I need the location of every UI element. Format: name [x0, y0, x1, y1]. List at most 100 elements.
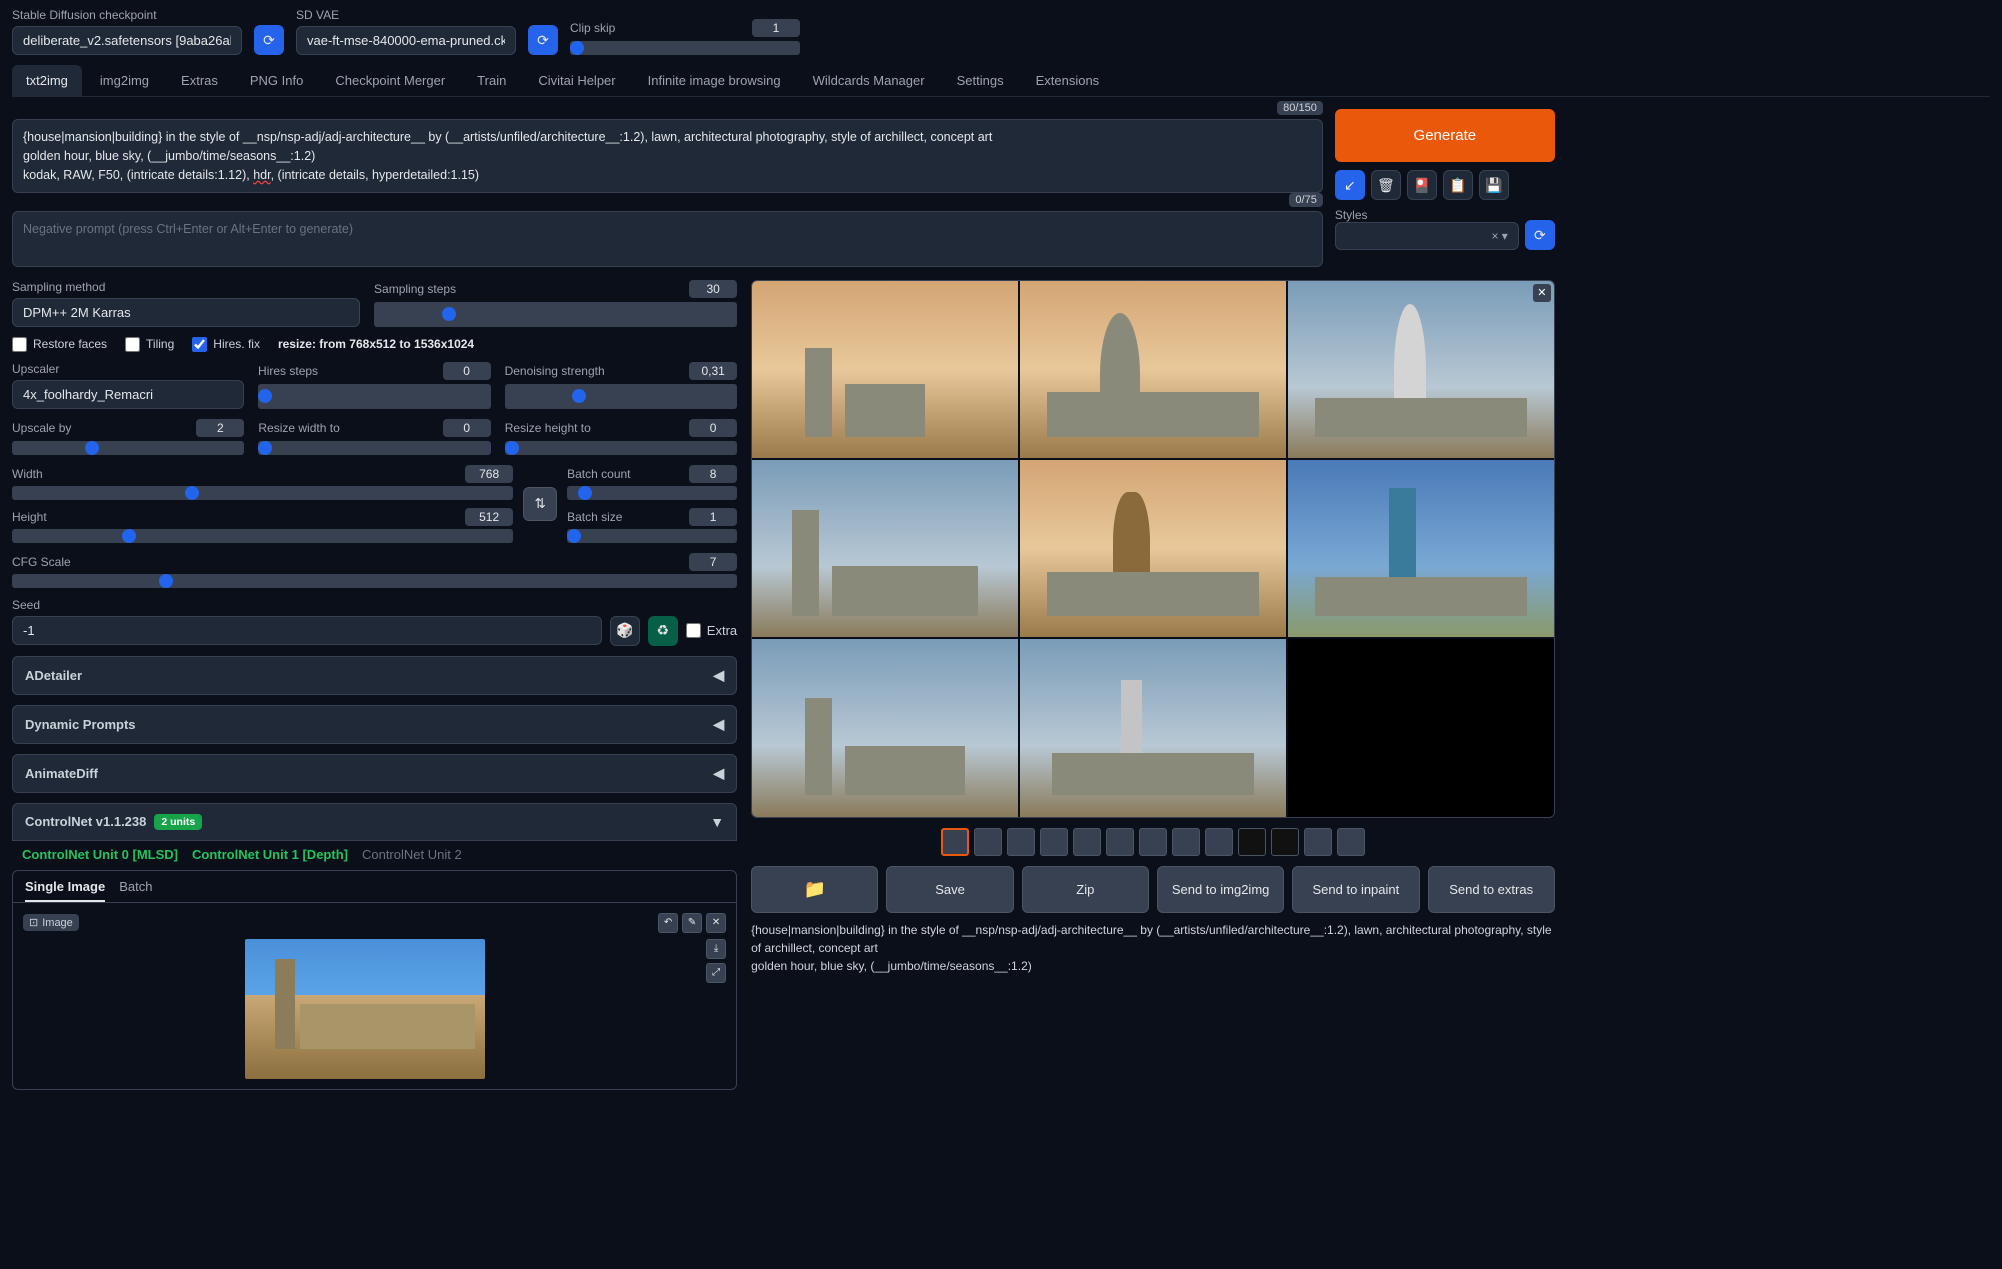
card-icon[interactable]: 🎴	[1407, 170, 1437, 200]
clipskip-slider[interactable]	[570, 41, 800, 55]
batch-size-slider[interactable]	[567, 529, 737, 543]
main-tabs: txt2img img2img Extras PNG Info Checkpoi…	[12, 65, 1990, 97]
extra-checkbox[interactable]	[686, 623, 701, 638]
save-button[interactable]: Save	[886, 866, 1013, 913]
cfg-slider[interactable]	[12, 574, 737, 588]
send-inpaint-button[interactable]: Send to inpaint	[1292, 866, 1419, 913]
vae-select[interactable]: vae-ft-mse-840000-ema-pruned.ckpt	[296, 26, 516, 55]
sampling-method-select[interactable]: DPM++ 2M Karras	[12, 298, 360, 327]
cn-close-icon[interactable]: ✕	[706, 913, 726, 933]
thumbnail[interactable]	[1337, 828, 1365, 856]
tab-img2img[interactable]: img2img	[86, 65, 163, 96]
sampling-steps-label: Sampling steps	[374, 282, 456, 296]
tiling-checkbox[interactable]	[125, 337, 140, 352]
seed-input[interactable]	[12, 616, 602, 645]
width-value: 768	[465, 465, 513, 483]
gallery-image[interactable]	[1288, 281, 1554, 458]
cn-unit-1-tab[interactable]: ControlNet Unit 1 [Depth]	[192, 847, 348, 862]
cn-undo-icon[interactable]: ↶	[658, 913, 678, 933]
thumbnail[interactable]	[1040, 828, 1068, 856]
tab-pnginfo[interactable]: PNG Info	[236, 65, 317, 96]
save-icon[interactable]: 💾	[1479, 170, 1509, 200]
tab-train[interactable]: Train	[463, 65, 520, 96]
seed-label: Seed	[12, 598, 737, 612]
tab-civitai[interactable]: Civitai Helper	[524, 65, 629, 96]
checkpoint-select[interactable]: deliberate_v2.safetensors [9aba26abdf]	[12, 26, 242, 55]
thumbnail[interactable]	[1304, 828, 1332, 856]
restore-faces-checkbox[interactable]	[12, 337, 27, 352]
gallery-image[interactable]	[1020, 281, 1286, 458]
tab-infinite-browse[interactable]: Infinite image browsing	[634, 65, 795, 96]
generation-info: {house|mansion|building} in the style of…	[751, 921, 1555, 975]
upscaler-select[interactable]: 4x_foolhardy_Remacri	[12, 380, 244, 409]
gallery-image[interactable]	[752, 460, 1018, 637]
cn-unit-0-tab[interactable]: ControlNet Unit 0 [MLSD]	[22, 847, 178, 862]
resize-info: resize: from 768x512 to 1536x1024	[278, 337, 474, 351]
styles-select[interactable]: × ▾	[1335, 222, 1519, 250]
cn-single-image-tab[interactable]: Single Image	[25, 879, 105, 902]
zip-button[interactable]: Zip	[1022, 866, 1149, 913]
tab-txt2img[interactable]: txt2img	[12, 65, 82, 96]
tab-wildcards[interactable]: Wildcards Manager	[799, 65, 939, 96]
thumbnail[interactable]	[1271, 828, 1299, 856]
hires-fix-checkbox[interactable]	[192, 337, 207, 352]
accordion-adetailer[interactable]: ADetailer◀	[12, 656, 737, 695]
tab-settings[interactable]: Settings	[943, 65, 1018, 96]
clipboard-icon[interactable]: 📋	[1443, 170, 1473, 200]
dice-icon[interactable]: 🎲	[610, 616, 640, 646]
height-slider[interactable]	[12, 529, 513, 543]
send-extras-button[interactable]: Send to extras	[1428, 866, 1555, 913]
thumbnail[interactable]	[974, 828, 1002, 856]
thumbnail[interactable]	[1172, 828, 1200, 856]
sampling-steps-slider[interactable]	[374, 302, 737, 327]
clipskip-label: Clip skip	[570, 21, 615, 35]
recycle-icon[interactable]: ♻	[648, 616, 678, 646]
hires-steps-slider[interactable]	[258, 384, 491, 409]
prompt-textarea[interactable]: {house|mansion|building} in the style of…	[12, 119, 1323, 193]
tab-ckpt-merger[interactable]: Checkpoint Merger	[321, 65, 459, 96]
refresh-styles-icon[interactable]: ⟳	[1525, 220, 1555, 250]
gallery-image[interactable]	[1288, 639, 1554, 816]
gallery-image[interactable]	[1020, 460, 1286, 637]
swap-dims-icon[interactable]: ⇅	[523, 487, 557, 521]
batch-count-slider[interactable]	[567, 486, 737, 500]
thumbnail[interactable]	[1007, 828, 1035, 856]
thumbnail[interactable]	[941, 828, 969, 856]
tab-extensions[interactable]: Extensions	[1022, 65, 1114, 96]
generate-button[interactable]: Generate	[1335, 109, 1555, 162]
thumbnail[interactable]	[1106, 828, 1134, 856]
gallery-close-icon[interactable]: ✕	[1533, 284, 1551, 302]
resize-width-slider[interactable]	[258, 441, 490, 455]
arrow-icon[interactable]: ↙	[1335, 170, 1365, 200]
open-folder-button[interactable]: 📁	[751, 866, 878, 913]
gallery-image[interactable]	[752, 639, 1018, 816]
folder-icon: 📁	[804, 879, 826, 899]
send-img2img-button[interactable]: Send to img2img	[1157, 866, 1284, 913]
width-slider[interactable]	[12, 486, 513, 500]
gallery-image[interactable]	[752, 281, 1018, 458]
accordion-dynamic-prompts[interactable]: Dynamic Prompts◀	[12, 705, 737, 744]
thumbnail[interactable]	[1205, 828, 1233, 856]
negative-prompt-textarea[interactable]	[12, 211, 1323, 267]
upscale-by-slider[interactable]	[12, 441, 244, 455]
accordion-animatediff[interactable]: AnimateDiff◀	[12, 754, 737, 793]
resize-width-value: 0	[443, 419, 491, 437]
cn-edit-icon[interactable]: ✎	[682, 913, 702, 933]
gallery-image[interactable]	[1020, 639, 1286, 816]
resize-height-slider[interactable]	[505, 441, 737, 455]
thumbnail[interactable]	[1073, 828, 1101, 856]
trash-icon[interactable]: 🗑	[1371, 170, 1401, 200]
accordion-controlnet[interactable]: ControlNet v1.1.2382 units ▼	[12, 803, 737, 841]
cn-expand-icon[interactable]: ⤢	[706, 963, 726, 983]
cn-batch-tab[interactable]: Batch	[119, 879, 152, 894]
tab-extras[interactable]: Extras	[167, 65, 232, 96]
cn-unit-2-tab[interactable]: ControlNet Unit 2	[362, 847, 462, 862]
thumbnail[interactable]	[1139, 828, 1167, 856]
refresh-vae-icon[interactable]: ⟳	[528, 25, 558, 55]
thumbnail[interactable]	[1238, 828, 1266, 856]
refresh-checkpoint-icon[interactable]: ⟳	[254, 25, 284, 55]
cn-download-icon[interactable]: ⤓	[706, 939, 726, 959]
denoise-slider[interactable]	[505, 384, 738, 409]
cn-input-image[interactable]	[245, 939, 485, 1079]
gallery-image[interactable]	[1288, 460, 1554, 637]
